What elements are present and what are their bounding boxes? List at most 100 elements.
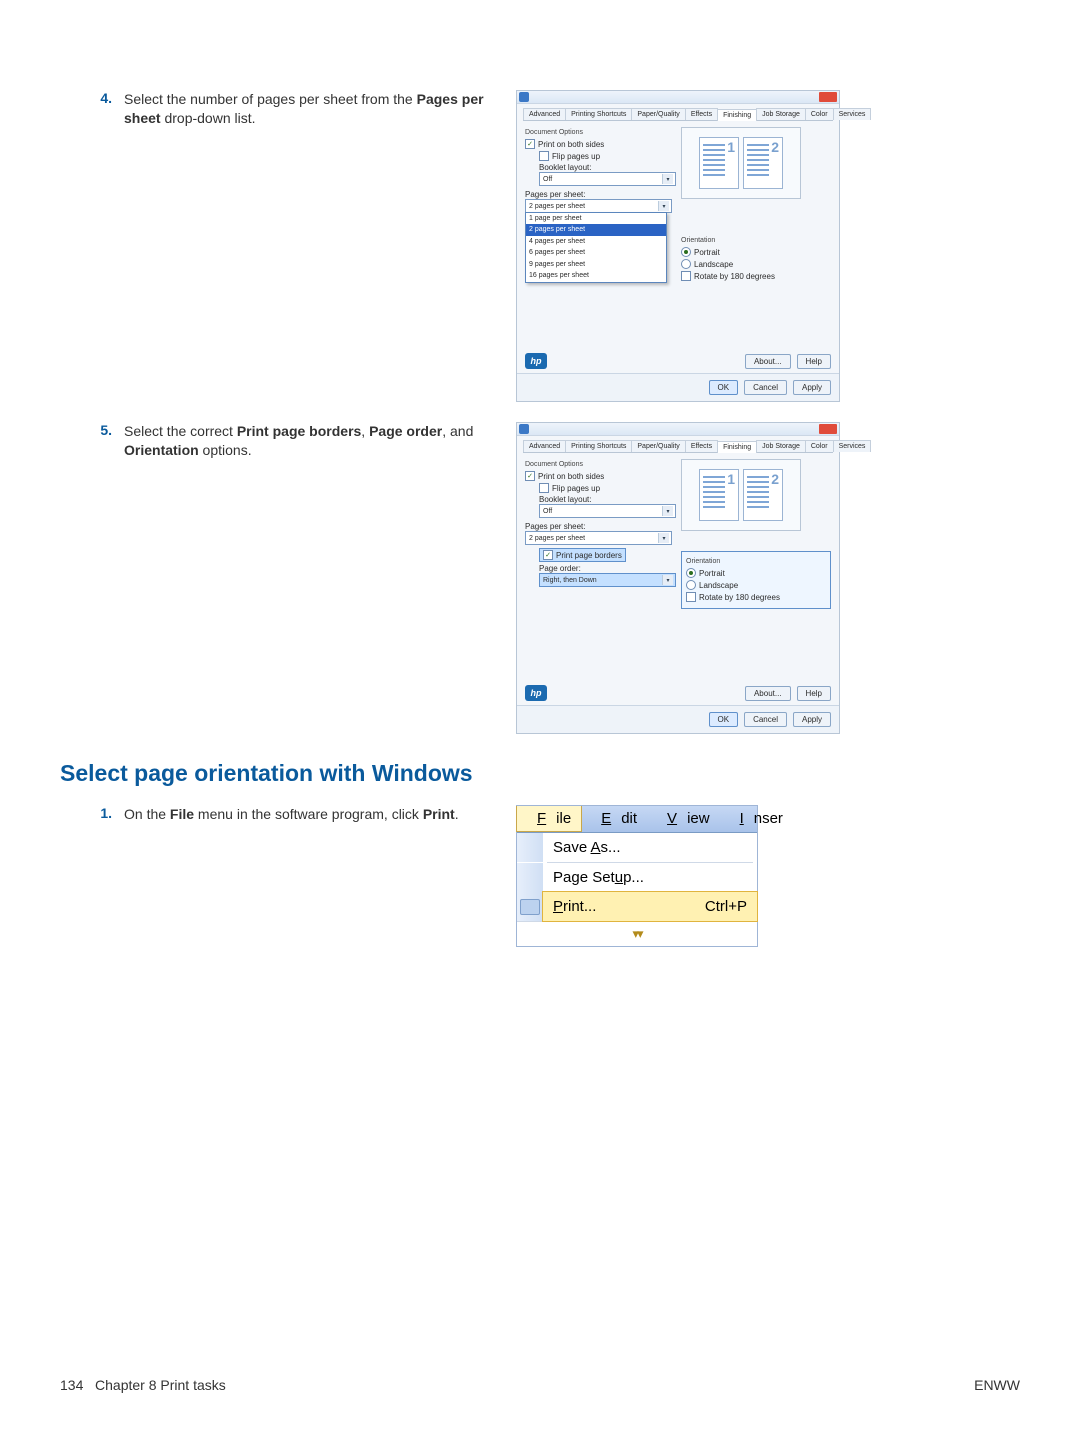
tab-paper-quality[interactable]: Paper/Quality bbox=[631, 440, 685, 452]
pps-option[interactable]: 4 pages per sheet bbox=[526, 236, 666, 247]
document-options-label: Document Options bbox=[525, 461, 675, 468]
rotate-checkbox[interactable] bbox=[686, 592, 696, 602]
step-number: 1. bbox=[82, 805, 124, 824]
pps-option[interactable]: 6 pages per sheet bbox=[526, 247, 666, 258]
dialog-tabs: Advanced Printing Shortcuts Paper/Qualit… bbox=[523, 104, 833, 121]
cancel-button[interactable]: Cancel bbox=[744, 712, 787, 727]
tab-finishing[interactable]: Finishing bbox=[717, 109, 757, 121]
print-properties-dialog-1: Advanced Printing Shortcuts Paper/Qualit… bbox=[516, 90, 840, 402]
printer-icon bbox=[520, 899, 540, 915]
dialog-titlebar bbox=[517, 91, 839, 104]
hp-logo-icon: hp bbox=[525, 353, 547, 369]
tab-advanced[interactable]: Advanced bbox=[523, 440, 566, 452]
portrait-radio[interactable] bbox=[681, 247, 691, 257]
menu-item-print[interactable]: Print... Ctrl+P bbox=[542, 891, 758, 922]
chapter-title: Chapter 8 Print tasks bbox=[95, 1377, 226, 1393]
page-order-select[interactable]: Right, then Down▾ bbox=[539, 573, 676, 587]
print-both-sides-checkbox[interactable]: ✓ bbox=[525, 471, 535, 481]
chevron-down-icon: ▾ bbox=[658, 201, 669, 211]
tab-printing-shortcuts[interactable]: Printing Shortcuts bbox=[565, 108, 632, 120]
page-preview: 1 2 bbox=[681, 127, 801, 199]
pps-option[interactable]: 9 pages per sheet bbox=[526, 259, 666, 270]
landscape-radio[interactable] bbox=[681, 259, 691, 269]
pages-per-sheet-select[interactable]: 2 pages per sheet▾ bbox=[525, 531, 672, 545]
menu-file[interactable]: File bbox=[516, 806, 582, 832]
tab-effects[interactable]: Effects bbox=[685, 440, 718, 452]
apply-button[interactable]: Apply bbox=[793, 380, 831, 395]
flip-pages-up-checkbox[interactable] bbox=[539, 151, 549, 161]
portrait-radio[interactable] bbox=[686, 568, 696, 578]
tab-color[interactable]: Color bbox=[805, 440, 834, 452]
menu-item-save-as[interactable]: Save As... bbox=[543, 833, 757, 862]
menu-item-page-setup[interactable]: Page Setup... bbox=[543, 863, 757, 892]
menu-shortcut: Ctrl+P bbox=[705, 898, 747, 915]
help-button[interactable]: Help bbox=[797, 686, 831, 701]
booklet-layout-label: Booklet layout: bbox=[539, 495, 675, 504]
menu-view[interactable]: View bbox=[647, 806, 720, 832]
dialog-titlebar bbox=[517, 423, 839, 436]
apply-button[interactable]: Apply bbox=[793, 712, 831, 727]
flip-pages-up-checkbox[interactable] bbox=[539, 483, 549, 493]
chevron-down-icon: ▾▾ bbox=[632, 926, 641, 942]
pages-per-sheet-dropdown[interactable]: 1 page per sheet 2 pages per sheet 4 pag… bbox=[525, 212, 667, 283]
app-icon bbox=[519, 92, 529, 102]
print-both-sides-label: Print on both sides bbox=[538, 140, 604, 149]
page-order-label: Page order: bbox=[539, 564, 675, 573]
step-number: 5. bbox=[82, 422, 124, 460]
flip-pages-up-label: Flip pages up bbox=[552, 152, 600, 161]
step-number: 4. bbox=[82, 90, 124, 128]
menu-expand[interactable]: ▾▾ bbox=[517, 921, 757, 946]
pps-option-selected[interactable]: 2 pages per sheet bbox=[526, 224, 666, 235]
step-text: On the File menu in the software program… bbox=[124, 805, 502, 824]
tab-advanced[interactable]: Advanced bbox=[523, 108, 566, 120]
print-page-borders-checkbox[interactable]: ✓ bbox=[543, 550, 553, 560]
step-text: Select the number of pages per sheet fro… bbox=[124, 90, 502, 128]
footer-right: ENWW bbox=[974, 1377, 1020, 1393]
landscape-radio[interactable] bbox=[686, 580, 696, 590]
print-page-borders-label: Print page borders bbox=[556, 551, 622, 560]
chevron-down-icon: ▾ bbox=[662, 575, 673, 585]
cancel-button[interactable]: Cancel bbox=[744, 380, 787, 395]
tab-job-storage[interactable]: Job Storage bbox=[756, 440, 806, 452]
booklet-layout-select[interactable]: Off▾ bbox=[539, 504, 676, 518]
file-menu-screenshot: File Edit View Inser Save As... bbox=[516, 805, 758, 947]
tab-effects[interactable]: Effects bbox=[685, 108, 718, 120]
rotate-checkbox[interactable] bbox=[681, 271, 691, 281]
about-button[interactable]: About... bbox=[745, 354, 791, 369]
tab-job-storage[interactable]: Job Storage bbox=[756, 108, 806, 120]
print-both-sides-checkbox[interactable]: ✓ bbox=[525, 139, 535, 149]
section-heading: Select page orientation with Windows bbox=[60, 760, 1020, 787]
menu-edit[interactable]: Edit bbox=[581, 806, 647, 832]
pps-option[interactable]: 1 page per sheet bbox=[526, 213, 666, 224]
pages-per-sheet-select[interactable]: 2 pages per sheet▾ bbox=[525, 199, 672, 213]
ok-button[interactable]: OK bbox=[709, 712, 739, 727]
close-icon[interactable] bbox=[819, 92, 837, 102]
app-icon bbox=[519, 424, 529, 434]
tab-paper-quality[interactable]: Paper/Quality bbox=[631, 108, 685, 120]
page-number: 134 bbox=[60, 1377, 83, 1393]
close-icon[interactable] bbox=[819, 424, 837, 434]
menubar: File Edit View Inser bbox=[517, 806, 757, 833]
page-preview: 1 2 bbox=[681, 459, 801, 531]
about-button[interactable]: About... bbox=[745, 686, 791, 701]
pps-option[interactable]: 16 pages per sheet bbox=[526, 270, 666, 281]
tab-color[interactable]: Color bbox=[805, 108, 834, 120]
help-button[interactable]: Help bbox=[797, 354, 831, 369]
tab-services[interactable]: Services bbox=[833, 440, 872, 452]
orientation-label: Orientation bbox=[686, 558, 826, 565]
step-text: Select the correct Print page borders, P… bbox=[124, 422, 502, 460]
document-options-label: Document Options bbox=[525, 129, 675, 136]
chevron-down-icon: ▾ bbox=[662, 506, 673, 516]
print-properties-dialog-2: Advanced Printing Shortcuts Paper/Qualit… bbox=[516, 422, 840, 734]
hp-logo-icon: hp bbox=[525, 685, 547, 701]
ok-button[interactable]: OK bbox=[709, 380, 739, 395]
booklet-layout-select[interactable]: Off▾ bbox=[539, 172, 676, 186]
pages-per-sheet-label: Pages per sheet: bbox=[525, 190, 675, 199]
menu-insert[interactable]: Inser bbox=[720, 806, 793, 832]
tab-services[interactable]: Services bbox=[833, 108, 872, 120]
tab-printing-shortcuts[interactable]: Printing Shortcuts bbox=[565, 440, 632, 452]
pages-per-sheet-label: Pages per sheet: bbox=[525, 522, 675, 531]
chevron-down-icon: ▾ bbox=[662, 174, 673, 184]
tab-finishing[interactable]: Finishing bbox=[717, 441, 757, 453]
chevron-down-icon: ▾ bbox=[658, 533, 669, 543]
